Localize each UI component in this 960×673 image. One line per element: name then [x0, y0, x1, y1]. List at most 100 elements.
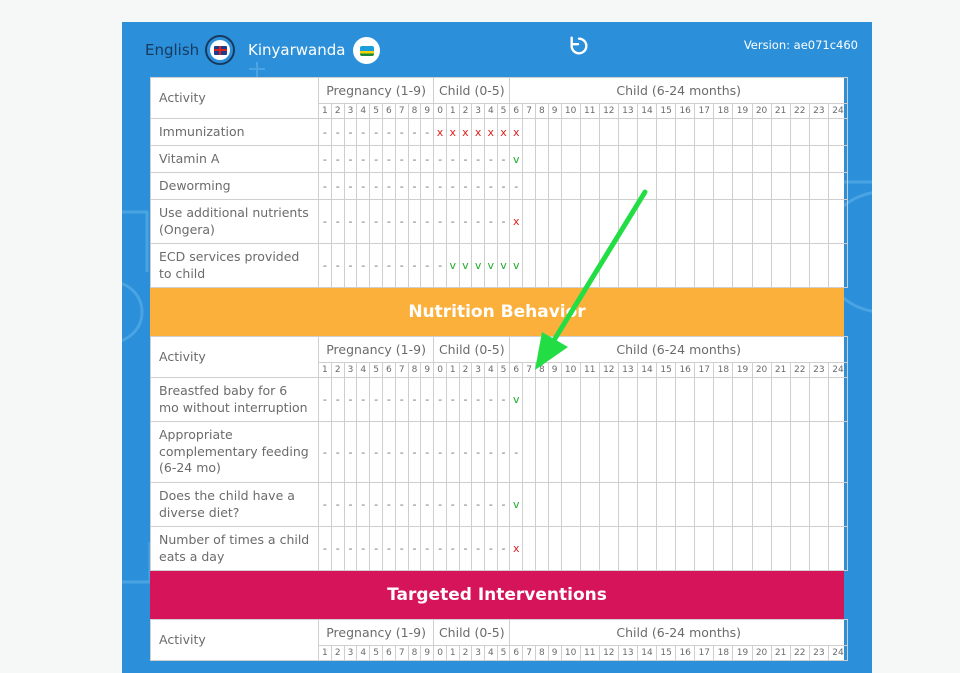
status-cell[interactable]: - — [420, 145, 435, 173]
uk-flag-icon[interactable] — [205, 35, 235, 65]
status-cell[interactable]: - — [330, 118, 345, 146]
status-cell[interactable] — [636, 118, 658, 146]
status-cell[interactable]: - — [356, 526, 371, 571]
status-cell[interactable] — [579, 421, 600, 483]
status-cell[interactable]: - — [318, 118, 332, 146]
status-cell[interactable] — [579, 243, 600, 288]
status-cell[interactable]: - — [318, 243, 332, 288]
status-cell[interactable] — [808, 482, 829, 527]
rwanda-flag-icon[interactable] — [353, 37, 380, 64]
status-cell[interactable]: x — [458, 118, 473, 146]
status-cell[interactable] — [789, 526, 810, 571]
status-cell[interactable] — [560, 145, 581, 173]
status-cell[interactable] — [675, 118, 696, 146]
status-cell[interactable] — [617, 118, 638, 146]
status-cell[interactable] — [808, 118, 829, 146]
status-cell[interactable] — [656, 421, 677, 483]
status-cell[interactable] — [675, 243, 696, 288]
status-cell[interactable]: - — [343, 145, 358, 173]
status-cell[interactable] — [675, 377, 696, 422]
status-cell[interactable] — [713, 482, 734, 527]
status-cell[interactable]: x — [433, 118, 447, 146]
status-cell[interactable] — [547, 118, 562, 146]
status-cell[interactable]: x — [509, 526, 524, 571]
status-cell[interactable]: - — [369, 118, 383, 146]
status-cell[interactable] — [827, 526, 849, 571]
status-cell[interactable] — [579, 482, 600, 527]
status-cell[interactable] — [751, 243, 772, 288]
status-cell[interactable] — [789, 377, 810, 422]
status-cell[interactable] — [547, 421, 562, 483]
status-cell[interactable]: - — [343, 526, 358, 571]
status-cell[interactable] — [675, 526, 696, 571]
status-cell[interactable]: - — [496, 377, 511, 422]
status-cell[interactable] — [808, 145, 829, 173]
status-cell[interactable] — [751, 172, 772, 200]
status-cell[interactable] — [534, 199, 549, 244]
status-cell[interactable]: - — [445, 421, 460, 483]
status-cell[interactable]: - — [330, 421, 345, 483]
status-cell[interactable]: - — [445, 482, 460, 527]
status-cell[interactable]: - — [433, 482, 447, 527]
status-cell[interactable] — [694, 118, 715, 146]
status-cell[interactable] — [694, 145, 715, 173]
status-cell[interactable]: - — [471, 421, 485, 483]
status-cell[interactable] — [534, 526, 549, 571]
status-cell[interactable]: v — [509, 243, 524, 288]
status-cell[interactable] — [560, 482, 581, 527]
status-cell[interactable]: - — [330, 172, 345, 200]
status-cell[interactable] — [560, 377, 581, 422]
status-cell[interactable]: - — [509, 421, 524, 483]
status-cell[interactable]: - — [420, 421, 435, 483]
status-cell[interactable]: - — [381, 172, 396, 200]
status-cell[interactable] — [770, 199, 791, 244]
status-cell[interactable] — [808, 526, 829, 571]
status-cell[interactable] — [656, 199, 677, 244]
status-cell[interactable]: - — [433, 526, 447, 571]
status-cell[interactable]: - — [343, 243, 358, 288]
status-cell[interactable]: - — [445, 526, 460, 571]
status-cell[interactable]: - — [394, 243, 409, 288]
status-cell[interactable]: - — [343, 199, 358, 244]
status-cell[interactable]: - — [343, 172, 358, 200]
status-cell[interactable] — [656, 377, 677, 422]
status-cell[interactable] — [751, 377, 772, 422]
status-cell[interactable]: - — [509, 172, 524, 200]
status-cell[interactable] — [789, 172, 810, 200]
status-cell[interactable] — [560, 243, 581, 288]
status-cell[interactable] — [732, 199, 753, 244]
status-cell[interactable]: x — [471, 118, 485, 146]
status-cell[interactable]: - — [330, 377, 345, 422]
status-cell[interactable]: - — [356, 377, 371, 422]
status-cell[interactable]: - — [318, 172, 332, 200]
status-cell[interactable]: - — [356, 172, 371, 200]
status-cell[interactable]: - — [407, 526, 422, 571]
status-cell[interactable] — [751, 118, 772, 146]
status-cell[interactable] — [534, 243, 549, 288]
status-cell[interactable]: - — [369, 377, 383, 422]
status-cell[interactable]: - — [407, 421, 422, 483]
status-cell[interactable] — [827, 243, 849, 288]
status-cell[interactable]: - — [445, 145, 460, 173]
status-cell[interactable]: - — [330, 199, 345, 244]
status-cell[interactable]: - — [433, 243, 447, 288]
status-cell[interactable] — [656, 243, 677, 288]
language-english[interactable]: English — [145, 41, 199, 59]
status-cell[interactable]: - — [483, 482, 498, 527]
status-cell[interactable]: - — [471, 526, 485, 571]
status-cell[interactable]: - — [356, 421, 371, 483]
status-cell[interactable]: - — [445, 172, 460, 200]
status-cell[interactable] — [656, 145, 677, 173]
status-cell[interactable] — [656, 482, 677, 527]
status-cell[interactable] — [522, 199, 536, 244]
status-cell[interactable] — [636, 145, 658, 173]
status-cell[interactable]: x — [483, 118, 498, 146]
status-cell[interactable] — [617, 482, 638, 527]
status-cell[interactable] — [598, 243, 619, 288]
status-cell[interactable]: - — [407, 243, 422, 288]
status-cell[interactable]: - — [445, 377, 460, 422]
status-cell[interactable] — [808, 199, 829, 244]
reload-icon[interactable] — [568, 35, 590, 57]
status-cell[interactable]: - — [407, 118, 422, 146]
status-cell[interactable]: - — [318, 526, 332, 571]
